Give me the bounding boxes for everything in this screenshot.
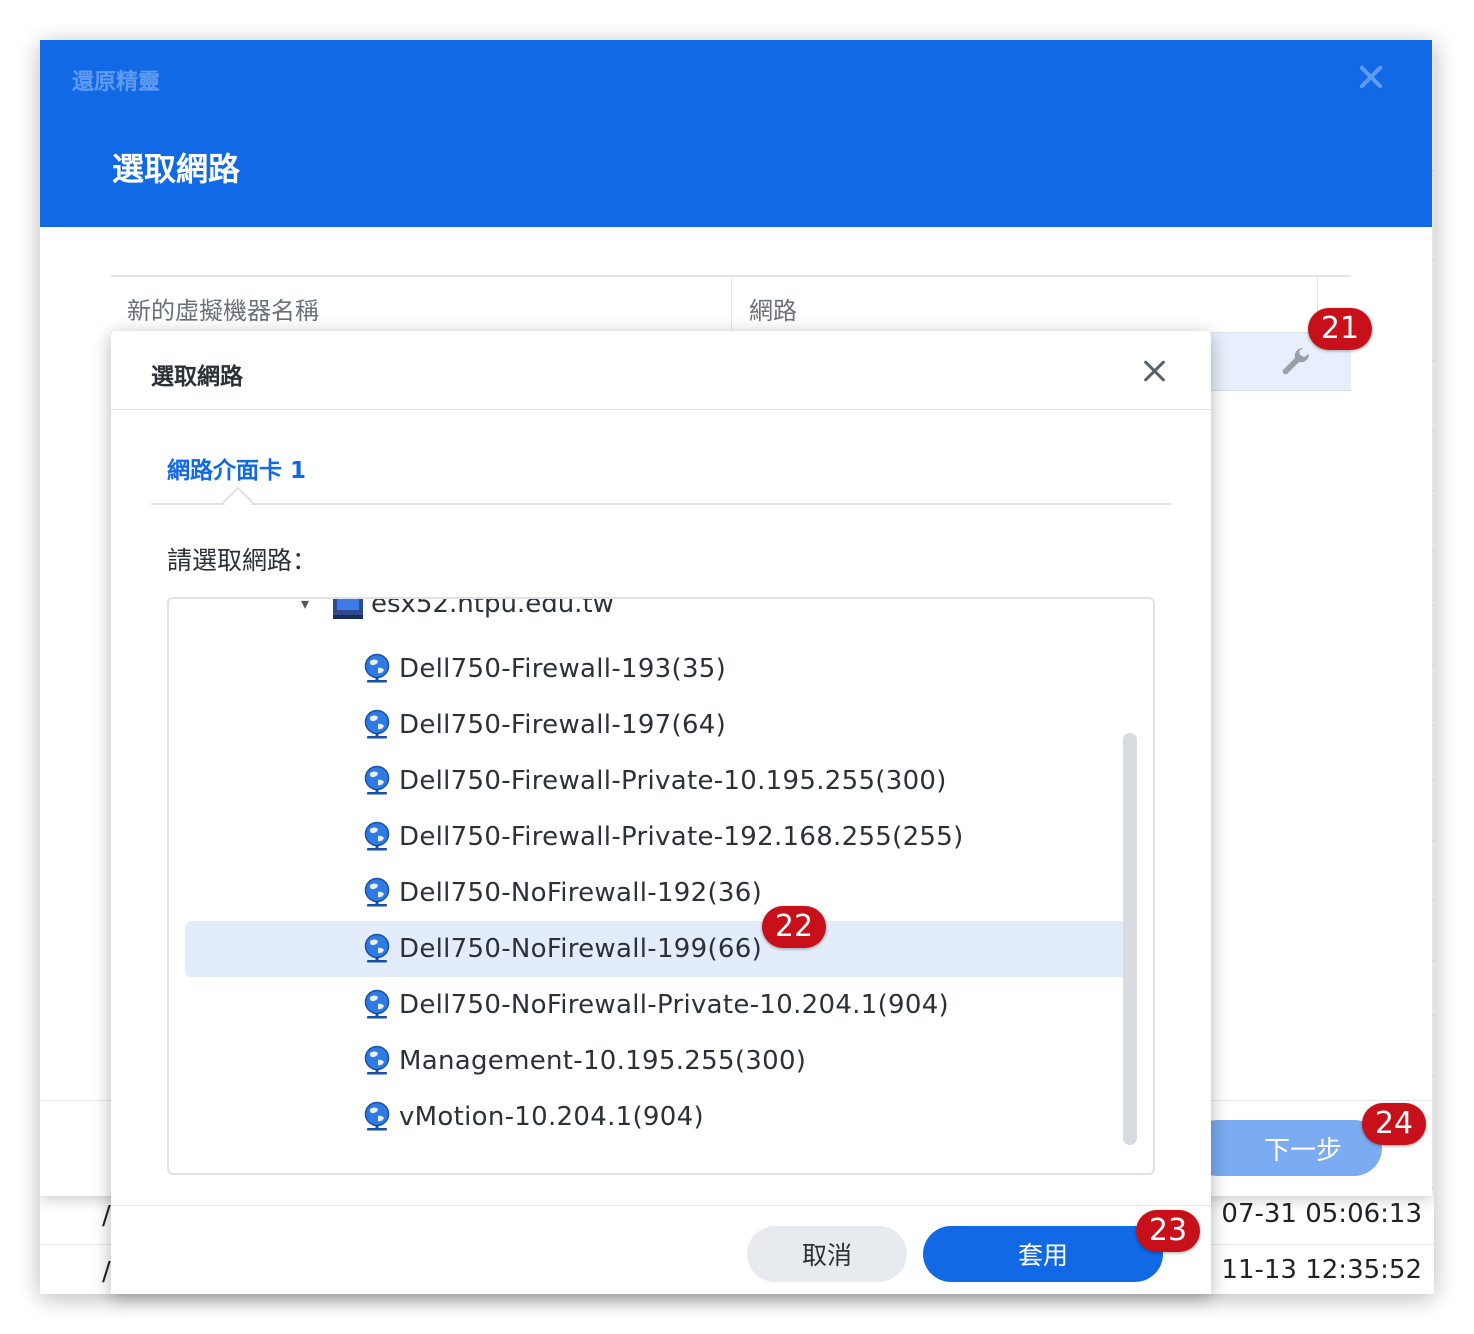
column-header-network[interactable]: 網路 [749,291,797,326]
network-globe-icon [364,1101,390,1131]
vm-network-table: 新的虛擬機器名稱 網路 [111,275,1351,391]
list-item[interactable]: Dell750-Firewall-Private-192.168.255(255… [185,809,1137,865]
nic-tabs: 網路介面卡 1 [151,411,1171,518]
network-label: vMotion-10.204.1(904) [399,1102,704,1132]
network-globe-icon [364,653,390,683]
network-globe-icon [364,933,390,963]
list-item[interactable]: Dell750-Firewall-Private-10.195.255(300) [185,753,1137,809]
tab-indicator [222,486,254,518]
close-icon[interactable] [1139,355,1171,387]
network-label: Dell750-Firewall-Private-10.195.255(300) [399,766,947,796]
callout-badge: 22 [762,906,826,948]
tree-host-node[interactable]: ▾ esx52.ntpu.edu.tw [169,597,1129,629]
network-label: Dell750-Firewall-193(35) [399,654,727,684]
row-timestamp: 11-13 12:35:52 [1221,1255,1422,1285]
dialog-header: 選取網路 [111,331,1211,410]
wrench-icon[interactable] [1279,345,1313,379]
dialog-footer: 取消 套用 [111,1205,1211,1294]
network-label: Dell750-Firewall-197(64) [399,710,727,740]
next-button[interactable]: 下一步 [1190,1120,1382,1176]
cancel-button[interactable]: 取消 [747,1226,907,1282]
callout-badge: 21 [1308,308,1372,350]
wizard-app-title: 還原精靈 [72,70,161,95]
network-label: Dell750-NoFirewall-192(36) [399,878,763,908]
network-label: Management-10.195.255(300) [399,1046,807,1076]
host-name: esx52.ntpu.edu.tw [371,597,614,619]
network-globe-icon [364,989,390,1019]
table-header: 新的虛擬機器名稱 網路 [111,275,1351,333]
list-item[interactable]: Dell750-Firewall-193(35) [185,641,1137,697]
network-globe-icon [364,821,390,851]
row-timestamp: 07-31 05:06:13 [1221,1199,1422,1229]
network-globe-icon [364,709,390,739]
wizard-header: 還原精靈 選取網路 [40,40,1432,227]
wizard-step-title: 選取網路 [112,150,241,188]
list-item[interactable]: Dell750-NoFirewall-192(36) [185,865,1137,921]
select-network-dialog: 選取網路 網路介面卡 1 請選取網路： ▾ esx52.ntpu.edu.tw … [111,331,1211,1294]
column-divider [731,277,732,333]
list-item[interactable]: Management-10.195.255(300) [185,1033,1137,1089]
network-globe-icon [364,1045,390,1075]
tab-network-adapter-1[interactable]: 網路介面卡 1 [167,451,306,485]
network-label: Dell750-NoFirewall-199(66) [399,934,763,964]
apply-button[interactable]: 套用 [923,1226,1163,1282]
list-item[interactable]: Dell750-NoFirewall-199(66) [185,921,1137,977]
list-item[interactable]: Dell750-NoFirewall-Private-10.204.1(904) [185,977,1137,1033]
dialog-title: 選取網路 [151,364,243,390]
expander-icon[interactable]: ▾ [301,599,311,612]
callout-badge: 24 [1362,1103,1426,1145]
list-item[interactable]: Dell750-Firewall-197(64) [185,697,1137,753]
column-header-vm-name[interactable]: 新的虛擬機器名稱 [127,291,319,326]
list-item[interactable]: vMotion-10.204.1(904) [185,1089,1137,1145]
network-globe-icon [364,765,390,795]
close-icon[interactable] [1354,60,1388,94]
network-tree[interactable]: ▾ esx52.ntpu.edu.tw Dell750-Firewall-193… [167,597,1155,1175]
row-marker: / [102,1257,111,1287]
callout-badge: 23 [1136,1210,1200,1252]
network-label: Dell750-NoFirewall-Private-10.204.1(904) [399,990,949,1020]
select-network-prompt: 請選取網路： [167,546,318,575]
host-server-icon [333,599,363,619]
scrollbar[interactable] [1123,733,1137,1145]
network-label: Dell750-Firewall-Private-192.168.255(255… [399,822,964,852]
row-marker: / [102,1201,111,1231]
network-globe-icon [364,877,390,907]
